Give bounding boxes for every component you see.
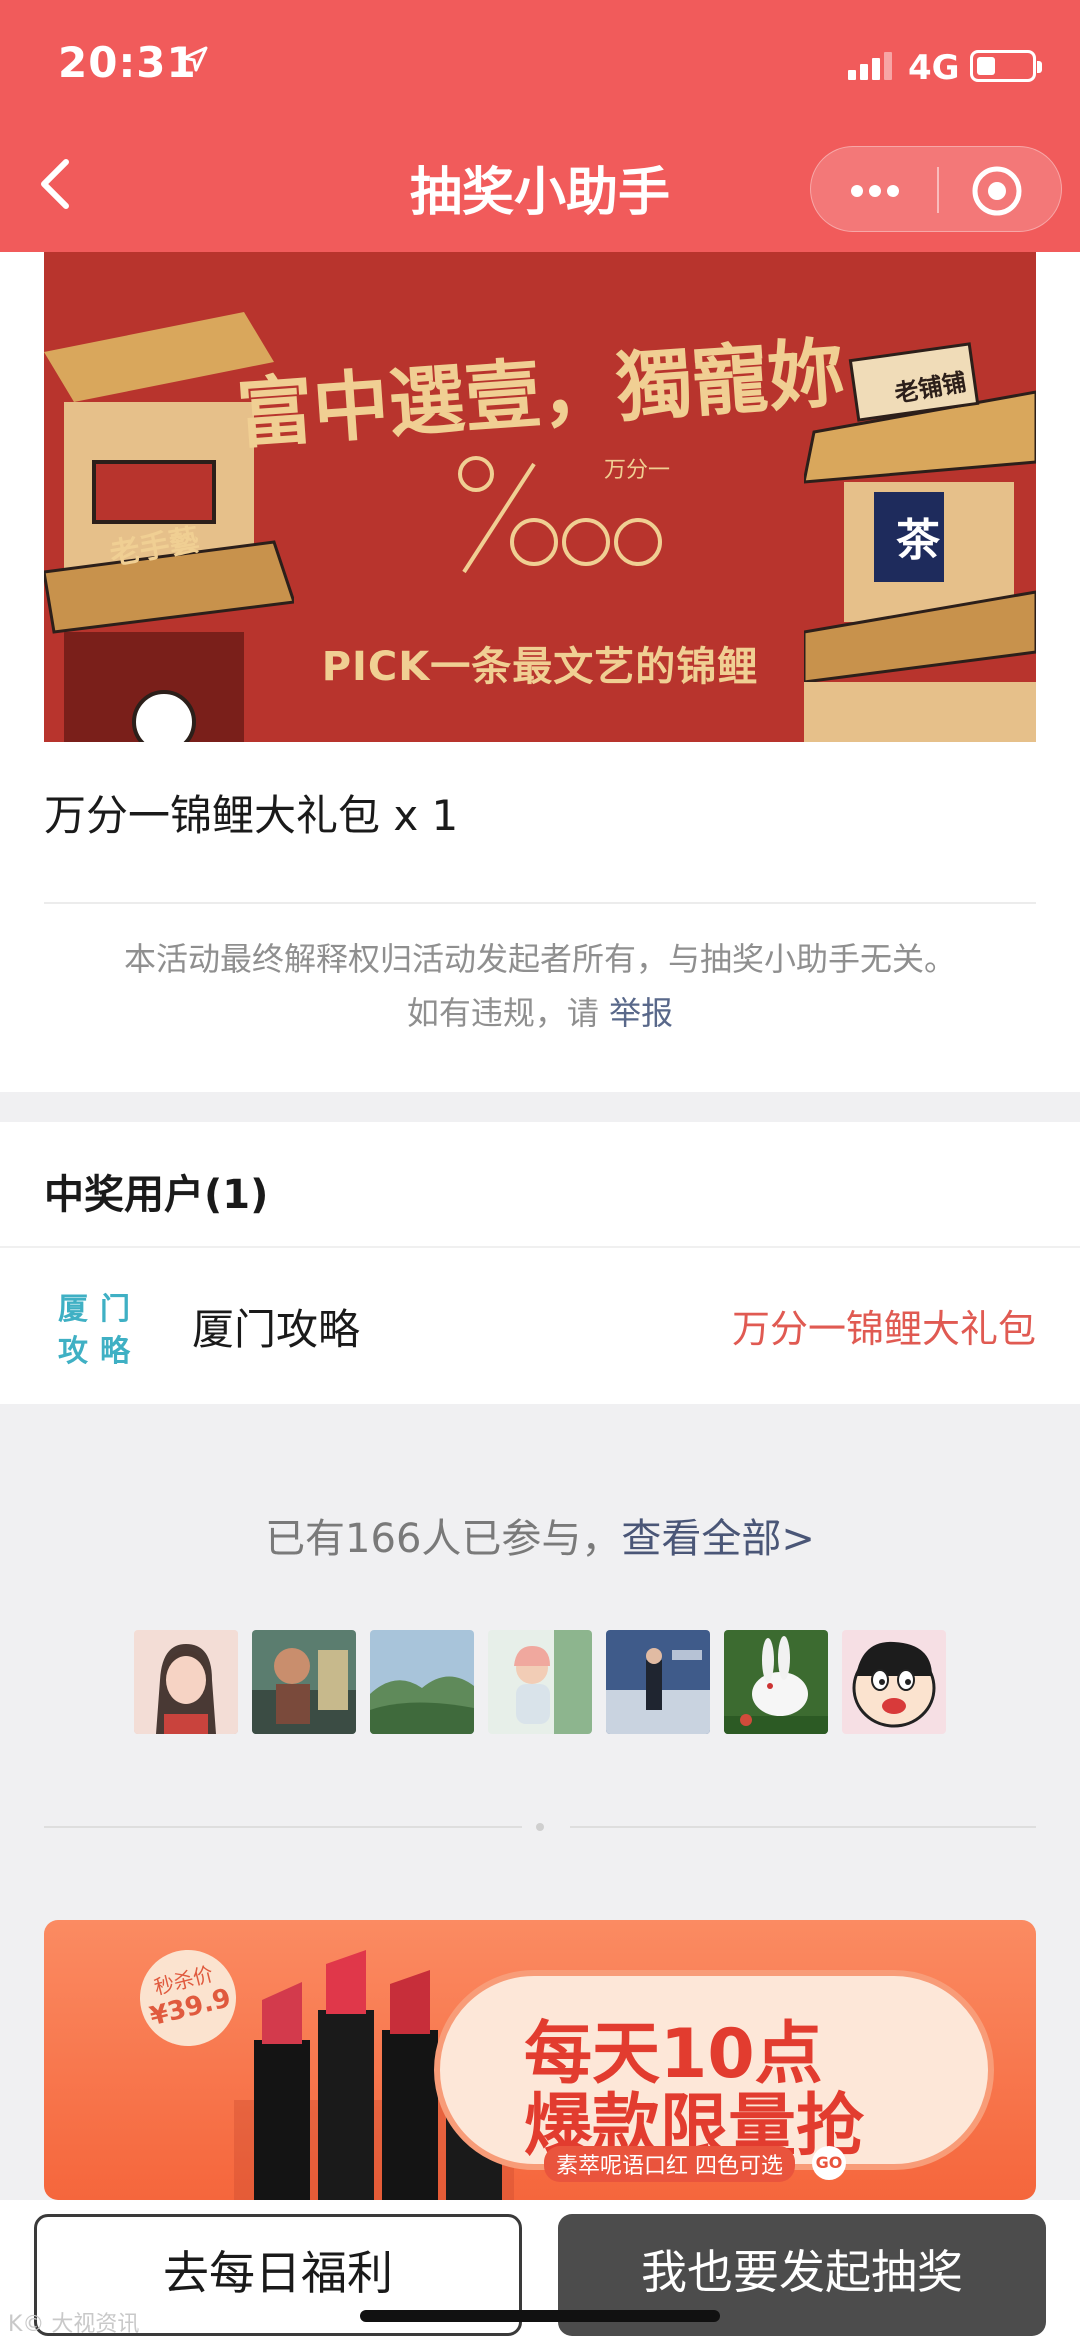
top-bar: 20:31 4G 抽奖小助手 xyxy=(0,0,1080,252)
close-target-icon[interactable] xyxy=(967,161,1027,221)
participant-avatar[interactable] xyxy=(488,1630,592,1734)
disclaimer: 本活动最终解释权归活动发起者所有，与抽奖小助手无关。 如有违规，请 举报 xyxy=(0,932,1080,1040)
participant-avatar[interactable] xyxy=(606,1630,710,1734)
prize-text: 万分一锦鲤大礼包 x 1 xyxy=(44,791,459,840)
divider xyxy=(44,902,1036,904)
disclaimer-prefix: 如有违规，请 xyxy=(406,994,599,1032)
disclaimer-line: 本活动最终解释权归活动发起者所有，与抽奖小助手无关。 xyxy=(123,940,956,978)
promo-banner[interactable]: 秒杀价 ¥39.9 每天10点 爆款限量抢 素萃呢语口红 四色可选 GO xyxy=(44,1920,1036,2200)
winners-section: 中奖用户(1) 厦 门 攻 略 厦门攻略 万分一锦鲤大礼包 xyxy=(0,1122,1080,1404)
network-type: 4G xyxy=(908,48,960,88)
participant-avatar[interactable] xyxy=(134,1630,238,1734)
winners-title: 中奖用户(1) xyxy=(44,1172,269,1218)
prize-card: 老手藝 老铺铺 茶 富中選壹，獨寵妳 万分一 PICK一条最文艺的锦鲤 万分一锦… xyxy=(0,252,1080,1092)
status-bar: 20:31 4G xyxy=(0,0,1080,120)
participants-summary: 已有166人已参与，查看全部> xyxy=(0,1506,1080,1564)
divider-dot xyxy=(536,1823,544,1831)
participant-avatar[interactable] xyxy=(842,1630,946,1734)
participants-count-text: 已有166人已参与， xyxy=(265,1516,622,1562)
disclaimer-report-line: 如有违规，请 举报 xyxy=(0,986,1080,1040)
nav-bar: 抽奖小助手 xyxy=(0,130,1080,240)
participant-avatar[interactable] xyxy=(252,1630,356,1734)
promo-go-badge: GO xyxy=(812,2146,846,2180)
prize-banner-image[interactable]: 老手藝 老铺铺 茶 富中選壹，獨寵妳 万分一 PICK一条最文艺的锦鲤 xyxy=(44,252,1036,742)
promo-product-text: 素萃呢语口红 四色可选 xyxy=(544,2146,795,2182)
home-indicator xyxy=(360,2310,720,2322)
winner-name[interactable]: 厦门攻略 xyxy=(192,1296,360,1357)
winner-avatar[interactable]: 厦 门 攻 略 xyxy=(44,1272,144,1372)
participant-avatar[interactable] xyxy=(370,1630,474,1734)
banner-subline: PICK一条最文艺的锦鲤 xyxy=(321,644,759,690)
status-time: 20:31 xyxy=(58,38,197,87)
divider xyxy=(0,1246,1080,1248)
location-arrow-icon xyxy=(182,46,208,72)
watermark: K© 大视资讯 xyxy=(8,2312,140,2337)
divider xyxy=(44,1826,522,1828)
tea-sign: 茶 xyxy=(896,515,940,566)
winner-prize: 万分一锦鲤大礼包 xyxy=(731,1307,1036,1351)
ratio-label: 万分一 xyxy=(604,458,671,483)
report-link[interactable]: 举报 xyxy=(609,994,673,1032)
mini-program-capsule xyxy=(810,146,1062,232)
participant-avatar[interactable] xyxy=(724,1630,828,1734)
view-all-link[interactable]: 查看全部> xyxy=(621,1516,815,1562)
more-icon[interactable] xyxy=(845,171,905,211)
signal-icon xyxy=(848,52,892,80)
battery-icon xyxy=(970,50,1042,82)
divider xyxy=(570,1826,1036,1828)
participant-avatars xyxy=(134,1630,946,1734)
